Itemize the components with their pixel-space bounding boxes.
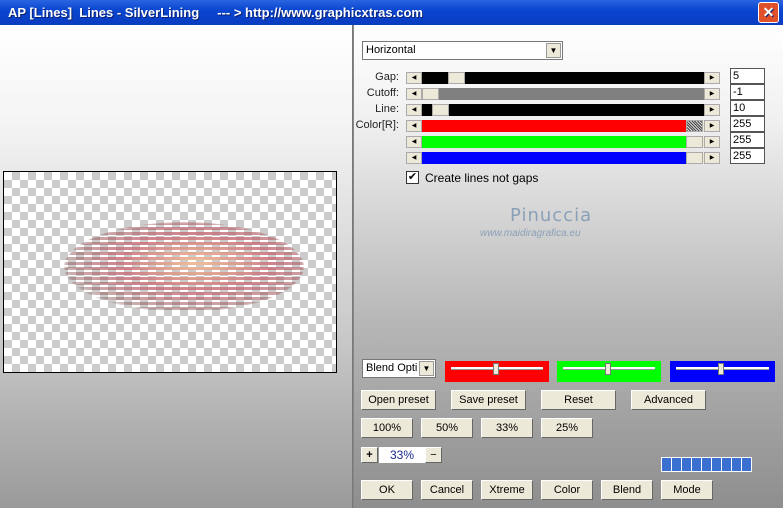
- slider-label: Cutoff:: [366, 87, 399, 99]
- slider-fill: [422, 120, 688, 132]
- mode-button[interactable]: Mode: [661, 480, 713, 500]
- slider-value[interactable]: -1: [730, 84, 765, 100]
- slider-fill: [422, 88, 704, 100]
- slider-3[interactable]: ◀ ▶: [406, 120, 720, 132]
- arrow-left-icon[interactable]: ◀: [406, 152, 422, 164]
- ok-button[interactable]: OK: [361, 480, 413, 500]
- blend-value: Blend Opti: [366, 362, 418, 374]
- arrow-left-icon[interactable]: ◀: [406, 104, 422, 116]
- slider-thumb[interactable]: [686, 120, 703, 132]
- controls-panel: Horizontal ▼ Gap: ◀ ▶ 5 Cutoff: ◀ ▶ -1 Line…: [354, 25, 783, 508]
- reset-button[interactable]: Reset: [541, 390, 616, 410]
- slider-value[interactable]: 255: [730, 132, 765, 148]
- create-lines-checkbox[interactable]: ✔: [406, 171, 419, 184]
- xtreme-button[interactable]: Xtreme: [481, 480, 533, 500]
- slider-thumb[interactable]: [686, 136, 703, 148]
- chevron-down-icon[interactable]: ▼: [419, 361, 434, 376]
- slider-5[interactable]: ◀ ▶: [406, 152, 720, 164]
- open-preset-button[interactable]: Open preset: [361, 390, 436, 410]
- arrow-right-icon[interactable]: ▶: [704, 120, 720, 132]
- arrow-right-icon[interactable]: ▶: [704, 72, 720, 84]
- progress-bar: [661, 457, 752, 472]
- slider-thumb[interactable]: [448, 72, 465, 84]
- preview-canvas[interactable]: [3, 171, 337, 373]
- slider-2[interactable]: ◀ ▶: [406, 104, 720, 116]
- zoom-in-button[interactable]: +: [361, 447, 378, 463]
- title-bar: AP [Lines] Lines - SilverLining --- > ht…: [0, 0, 783, 25]
- zoom-50-button[interactable]: 50%: [421, 418, 473, 438]
- watermark-url: www.maidiragrafica.eu: [480, 228, 581, 239]
- arrow-right-icon[interactable]: ▶: [704, 88, 720, 100]
- color-button[interactable]: Color: [541, 480, 593, 500]
- blend-options-select[interactable]: Blend Opti ▼: [362, 359, 436, 378]
- red-blend-slider[interactable]: [445, 361, 549, 382]
- preview-image: [64, 222, 304, 312]
- arrow-right-icon[interactable]: ▶: [704, 136, 720, 148]
- slider-value[interactable]: 10: [730, 100, 765, 116]
- cancel-button[interactable]: Cancel: [421, 480, 473, 500]
- zoom-33-button[interactable]: 33%: [481, 418, 533, 438]
- slider-fill: [422, 136, 688, 148]
- green-blend-slider[interactable]: [557, 361, 661, 382]
- direction-select[interactable]: Horizontal ▼: [362, 41, 563, 60]
- save-preset-button[interactable]: Save preset: [451, 390, 526, 410]
- advanced-button[interactable]: Advanced: [631, 390, 706, 410]
- slider-value[interactable]: 255: [730, 148, 765, 164]
- zoom-value[interactable]: 33%: [379, 447, 425, 463]
- slider-fill: [422, 104, 704, 116]
- arrow-right-icon[interactable]: ▶: [704, 104, 720, 116]
- slider-thumb[interactable]: [422, 88, 439, 100]
- window-title: AP [Lines] Lines - SilverLining --- > ht…: [8, 5, 423, 20]
- preview-panel: [0, 25, 353, 508]
- slider-thumb[interactable]: [432, 104, 449, 116]
- watermark-name: Pinuccia: [510, 205, 593, 226]
- chevron-down-icon[interactable]: ▼: [546, 43, 561, 58]
- arrow-left-icon[interactable]: ◀: [406, 72, 422, 84]
- slider-4[interactable]: ◀ ▶: [406, 136, 720, 148]
- zoom-100-button[interactable]: 100%: [361, 418, 413, 438]
- arrow-left-icon[interactable]: ◀: [406, 120, 422, 132]
- arrow-left-icon[interactable]: ◀: [406, 136, 422, 148]
- slider-fill: [422, 152, 688, 164]
- blend-button[interactable]: Blend: [601, 480, 653, 500]
- blue-blend-slider[interactable]: [670, 361, 775, 382]
- close-icon[interactable]: ✕: [758, 2, 779, 23]
- zoom-out-button[interactable]: −: [425, 447, 442, 463]
- zoom-25-button[interactable]: 25%: [541, 418, 593, 438]
- slider-value[interactable]: 255: [730, 116, 765, 132]
- slider-label: Color[R]:: [355, 119, 399, 131]
- slider-label: Gap:: [375, 71, 399, 83]
- arrow-right-icon[interactable]: ▶: [704, 152, 720, 164]
- slider-thumb[interactable]: [686, 152, 703, 164]
- slider-label: Line:: [375, 103, 399, 115]
- direction-value: Horizontal: [366, 44, 416, 56]
- create-lines-label: Create lines not gaps: [425, 171, 539, 185]
- slider-1[interactable]: ◀ ▶: [406, 88, 720, 100]
- arrow-left-icon[interactable]: ◀: [406, 88, 422, 100]
- slider-value[interactable]: 5: [730, 68, 765, 84]
- slider-0[interactable]: ◀ ▶: [406, 72, 720, 84]
